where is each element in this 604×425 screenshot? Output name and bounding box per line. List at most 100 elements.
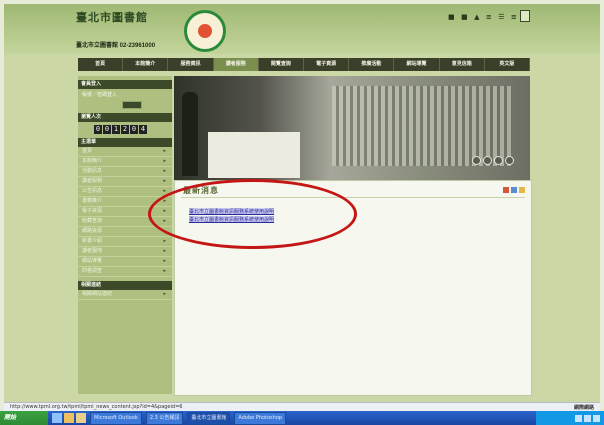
pager-dot-icon[interactable] xyxy=(472,156,481,165)
sidebar-item[interactable]: 電子資源 ▸ xyxy=(78,207,172,217)
counter-digit: 0 xyxy=(94,125,102,134)
taskbar-item[interactable]: Adobe Photoshop xyxy=(234,411,287,425)
top-links[interactable]: ■ ■ ▲ ≡ ☰ ≡ xyxy=(448,13,519,21)
volume-icon[interactable] xyxy=(575,414,582,422)
sidebar-item[interactable]: 讀者園地 ▸ xyxy=(78,247,172,257)
sidebar-link-item[interactable]: 相關網站連結 ▸ xyxy=(78,290,172,300)
login-button[interactable] xyxy=(122,101,142,109)
page-title: 最新消息 xyxy=(183,186,219,195)
counter-digit: 0 xyxy=(103,125,111,134)
taskbar-item[interactable]: 2.3 公告報訊 xyxy=(145,411,184,425)
nav-item[interactable]: 本館簡介 xyxy=(123,58,169,71)
ie-icon[interactable] xyxy=(52,413,62,423)
chevron-right-icon: ▸ xyxy=(163,198,166,204)
sidebar-item[interactable]: 新書介紹 ▸ xyxy=(78,237,172,247)
sidebar-item[interactable]: 讀者服務 ▸ xyxy=(78,177,172,187)
chevron-right-icon: ▸ xyxy=(163,238,166,244)
network-icon[interactable] xyxy=(584,414,591,422)
top-search-icon[interactable] xyxy=(520,10,530,22)
chevron-right-icon: ▸ xyxy=(163,188,166,194)
banner-pager[interactable] xyxy=(472,156,514,165)
email-icon[interactable] xyxy=(519,187,525,193)
sidebar-item-label: 本館簡介 xyxy=(82,158,103,164)
sidebar-item-label: 館藏查詢 xyxy=(82,218,103,224)
logo-core-icon xyxy=(198,24,212,38)
main-navigation: 首頁 本館簡介 服務資訊 讀者服務 閱覽查詢 電子資源 推廣活動 網站導覽 意見… xyxy=(78,58,531,71)
chevron-right-icon: ▸ xyxy=(163,158,166,164)
login-title: 會員登入 xyxy=(78,80,172,89)
person-image xyxy=(182,92,198,176)
news-link[interactable]: 臺北市立圖書館資訊服務系統使用說明 xyxy=(189,216,275,223)
sidebar-item-label: 書籍推介 xyxy=(82,198,103,204)
sidebar-item-label: 網路資源 xyxy=(82,228,103,234)
sidebar-item-label: 活動訊息 xyxy=(82,168,103,174)
start-button[interactable]: 開始 xyxy=(0,411,48,425)
sidebar-item[interactable]: 問卷調查 ▸ xyxy=(78,267,172,277)
login-text: 帳號／密碼登入 xyxy=(82,92,118,98)
desktop-icon[interactable] xyxy=(64,413,74,423)
status-zone: 網際網路 xyxy=(573,405,594,411)
folder-icon[interactable] xyxy=(76,413,86,423)
chevron-right-icon: ▸ xyxy=(163,208,166,214)
sidebar-item[interactable]: 公告訊息 ▸ xyxy=(78,187,172,197)
nav-item[interactable]: 英文版 xyxy=(485,58,531,71)
nav-item[interactable]: 閱覽查詢 xyxy=(259,58,305,71)
nav-item[interactable]: 電子資源 xyxy=(304,58,350,71)
sidebar-item-label: 公告訊息 xyxy=(82,188,103,194)
sidebar-item-label: 讀者園地 xyxy=(82,248,103,254)
chevron-right-icon: ▸ xyxy=(163,168,166,174)
sidebar-item-label: 新書介紹 xyxy=(82,238,103,244)
nav-item[interactable]: 服務資訊 xyxy=(168,58,214,71)
hero-banner xyxy=(174,76,530,180)
share-icon[interactable] xyxy=(511,187,517,193)
taskbar-item-active[interactable]: 臺北市立圖書館 xyxy=(187,411,231,425)
sidebar-item[interactable]: 網站導覽 ▸ xyxy=(78,257,172,267)
sidebar-item-label: 首頁 xyxy=(82,148,93,154)
sidebar-item[interactable]: 活動訊息 ▸ xyxy=(78,167,172,177)
chevron-right-icon: ▸ xyxy=(163,248,166,254)
nav-item[interactable]: 網站導覽 xyxy=(394,58,440,71)
chevron-right-icon: ▸ xyxy=(163,258,166,264)
nav-item[interactable]: 意見信箱 xyxy=(440,58,485,71)
links-title: 相關連結 xyxy=(78,281,172,290)
clock-icon[interactable] xyxy=(593,414,600,422)
counter-digit: 2 xyxy=(121,125,129,134)
sidebar-item-label: 問卷調查 xyxy=(82,268,103,274)
sidebar-item[interactable]: 首頁 ▸ xyxy=(78,147,172,157)
counter-title: 瀏覽人次 xyxy=(78,113,172,122)
chevron-right-icon: ▸ xyxy=(163,228,166,234)
divider xyxy=(181,197,525,198)
main-content: 最新消息 臺北市立圖書館資訊服務系統使用說明 臺北市立圖書館資訊服務系統使用說明 xyxy=(174,180,532,396)
sidebar-item-label: 讀者服務 xyxy=(82,178,103,184)
chevron-right-icon: ▸ xyxy=(163,148,166,154)
status-url: http://www.tpml.org.tw/tpml/tpml_news_co… xyxy=(10,404,183,410)
counter-digit: 4 xyxy=(139,125,147,134)
content-tools xyxy=(503,187,525,193)
nav-item[interactable]: 首頁 xyxy=(78,58,124,71)
print-icon[interactable] xyxy=(503,187,509,193)
pager-dot-icon[interactable] xyxy=(494,156,503,165)
sidebar-item-label: 網站導覽 xyxy=(82,258,103,264)
library-logo-icon[interactable] xyxy=(184,10,226,52)
site-address: 臺北市立圖書館 02-23961000 xyxy=(76,43,156,49)
news-link[interactable]: 臺北市立圖書館資訊服務系統使用說明 xyxy=(189,208,275,215)
counter-digit: 1 xyxy=(112,125,120,134)
bookshelf-image xyxy=(332,86,512,166)
sidebar-item[interactable]: 網路資源 ▸ xyxy=(78,227,172,237)
sidebar-item[interactable]: 本館簡介 ▸ xyxy=(78,157,172,167)
machine-image xyxy=(208,132,300,178)
nav-item[interactable]: 推廣活動 xyxy=(349,58,395,71)
taskbar-item[interactable]: Microsoft Outlook xyxy=(90,411,142,425)
sidebar-item[interactable]: 館藏查詢 ▸ xyxy=(78,217,172,227)
visitor-counter: 0 0 1 2 0 4 xyxy=(94,125,172,134)
pager-dot-icon[interactable] xyxy=(483,156,492,165)
counter-digit: 0 xyxy=(130,125,138,134)
browser-window: 臺北市圖書館 臺北市立圖書館 02-23961000 ■ ■ ▲ ≡ ☰ ≡ 首… xyxy=(4,4,600,402)
sidebar-item-label: 相關網站連結 xyxy=(82,291,113,297)
sidebar: 會員登入 帳號／密碼登入 瀏覽人次 0 0 1 2 0 4 主選單 首頁 ▸ 本館… xyxy=(78,76,172,394)
pager-dot-icon[interactable] xyxy=(505,156,514,165)
site-logo-text[interactable]: 臺北市圖書館 xyxy=(76,12,180,23)
chevron-right-icon: ▸ xyxy=(163,268,166,274)
nav-item-active[interactable]: 讀者服務 xyxy=(213,58,259,71)
sidebar-item[interactable]: 書籍推介 ▸ xyxy=(78,197,172,207)
